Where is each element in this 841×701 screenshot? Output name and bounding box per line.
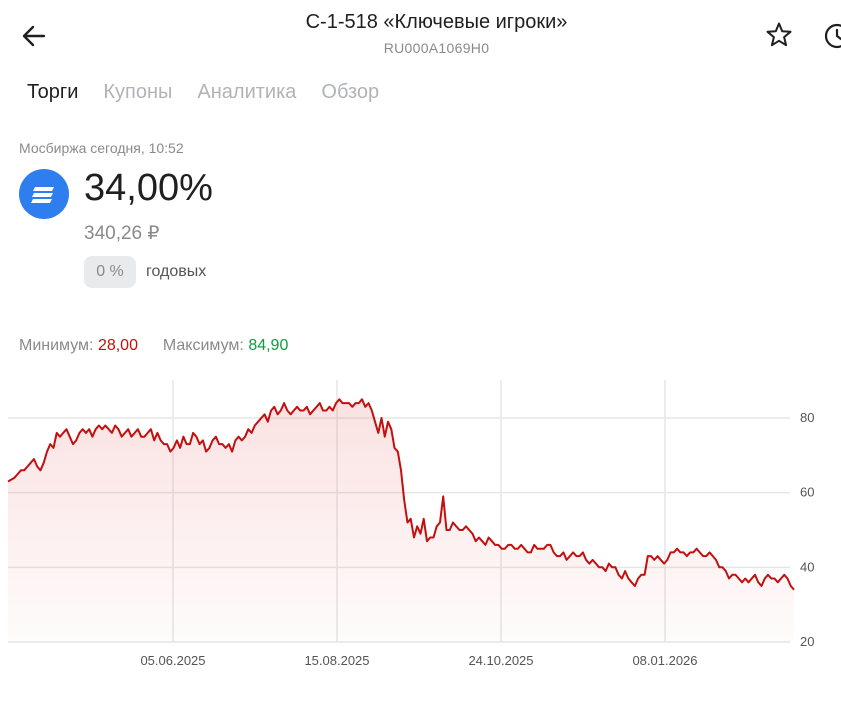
- min-value: 28,00: [97, 337, 138, 354]
- price-area: [8, 399, 794, 642]
- tab-coupons[interactable]: Купоны: [103, 81, 172, 104]
- min-max-stats: Минимум: 28,00 Максимум: 84,90: [19, 337, 288, 355]
- isin-code: RU000A1069H0: [383, 40, 490, 56]
- exchange-timestamp: Мосбиржа сегодня, 10:52: [19, 140, 184, 156]
- y-tick-label: 60: [800, 485, 814, 500]
- yield-badge: 0 %: [84, 256, 136, 288]
- clock-icon: [824, 23, 841, 49]
- max-label: Максимум:: [162, 337, 244, 354]
- y-tick-label: 20: [800, 634, 814, 649]
- price-chart[interactable]: 20 40 60 80 05.06.2025 15.08.2025 24.10.2025 08…: [0, 370, 841, 680]
- x-tick-label: 08.01.2026: [632, 653, 697, 668]
- price-rub: 340,26 ₽: [84, 223, 160, 244]
- tab-overview[interactable]: Обзор: [321, 81, 379, 104]
- y-tick-label: 40: [800, 559, 814, 574]
- x-tick-label: 24.10.2025: [468, 653, 533, 668]
- stripes-logo-icon: [31, 187, 54, 203]
- star-icon: [766, 22, 792, 47]
- tab-trading[interactable]: Торги: [27, 81, 78, 104]
- price-percent: 34,00%: [84, 167, 213, 209]
- page-title: С-1-518 «Ключевые игроки»: [305, 11, 568, 33]
- tab-analytics[interactable]: Аналитика: [197, 81, 296, 104]
- top-bar: С-1-518 «Ключевые игроки» RU000A1069H0: [0, 0, 841, 70]
- yield-label: годовых: [146, 263, 207, 280]
- max-value: 84,90: [248, 337, 289, 354]
- alert-button[interactable]: [822, 21, 841, 51]
- tab-bar: Торги Купоны Аналитика Обзор: [27, 81, 379, 104]
- y-tick-label: 80: [800, 410, 814, 425]
- issuer-logo: [19, 169, 69, 219]
- min-label: Минимум:: [19, 337, 94, 354]
- x-tick-label: 05.06.2025: [140, 653, 205, 668]
- favorite-button[interactable]: [764, 20, 794, 50]
- x-tick-label: 15.08.2025: [304, 653, 369, 668]
